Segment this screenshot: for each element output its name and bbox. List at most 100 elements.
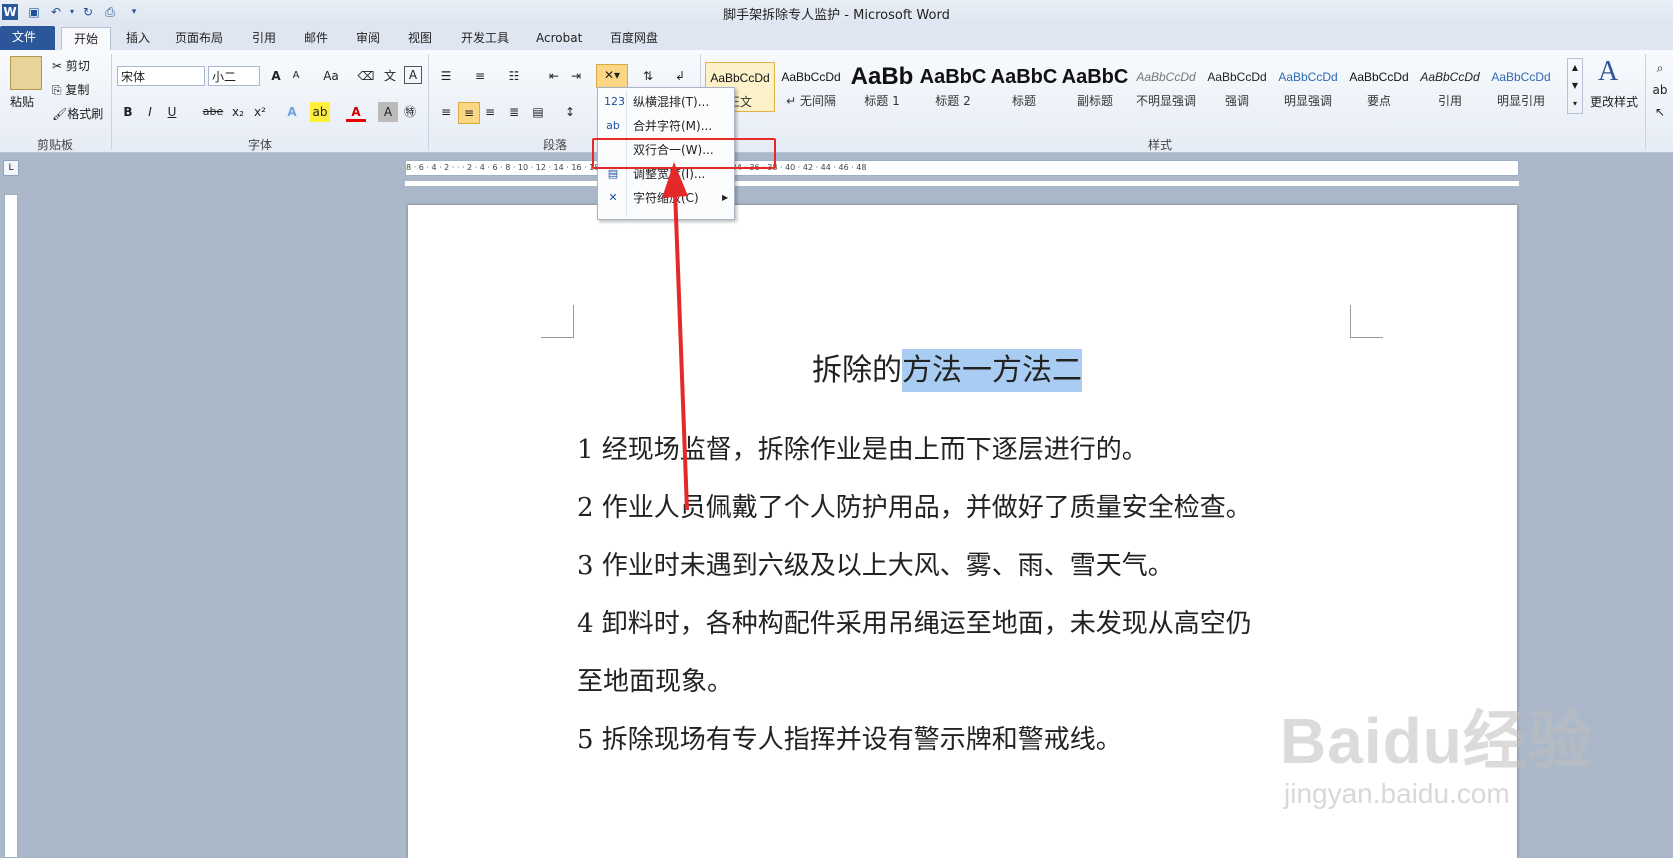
asian-layout-icon[interactable]: ✕▾	[596, 64, 628, 88]
find-icon[interactable]: ⌕	[1650, 58, 1670, 78]
bold-button[interactable]: B	[118, 102, 138, 122]
tab-home[interactable]: 开始	[61, 27, 112, 51]
tab-acrobat[interactable]: Acrobat	[524, 27, 594, 50]
character-shading-button[interactable]: A	[378, 102, 398, 122]
change-styles-icon[interactable]: A	[1598, 56, 1626, 87]
style-name: 不明显强调	[1135, 94, 1196, 108]
annotation-arrow	[662, 162, 689, 511]
style-sample: AaBbC	[1061, 66, 1129, 88]
bullets-icon[interactable]: ☰	[436, 66, 456, 86]
select-icon[interactable]: ↖	[1650, 102, 1670, 122]
tab-file[interactable]: 文件	[0, 26, 55, 50]
phonetic-guide-icon[interactable]: 文	[380, 66, 400, 86]
font-group-label: 字体	[247, 138, 272, 152]
decrease-indent-icon[interactable]: ⇤	[544, 66, 564, 86]
style-item[interactable]: AaBbCcDd 不明显强调	[1131, 62, 1201, 112]
shrink-font-button[interactable]: A	[286, 66, 306, 86]
style-item[interactable]: AaBbCcDd 强调	[1202, 62, 1272, 112]
menu-item-vertical-horizontal[interactable]: 123 纵横混排(T)...	[598, 90, 734, 114]
font-name-combo[interactable]: 宋体	[117, 66, 205, 86]
tab-mailings[interactable]: 邮件	[292, 27, 340, 50]
document-heading[interactable]: 拆除的方法一方法二	[812, 345, 1082, 392]
change-case-button[interactable]: Aa	[318, 66, 344, 86]
align-right-icon[interactable]: ≡	[480, 102, 500, 122]
paste-icon[interactable]	[10, 56, 42, 90]
style-item[interactable]: AaBbCcDd ↵ 无间隔	[776, 62, 846, 112]
subscript-button[interactable]: x₂	[228, 102, 248, 122]
multilevel-list-icon[interactable]: ☷	[504, 66, 524, 86]
paste-button[interactable]: 粘贴	[10, 92, 34, 112]
cut-button[interactable]: ✂ 剪切	[52, 56, 90, 76]
style-name: 明显引用	[1496, 94, 1545, 108]
style-name: 标题 1	[864, 94, 900, 108]
font-color-button[interactable]: A	[346, 102, 366, 122]
tab-selector-button[interactable]: L	[3, 160, 19, 176]
character-border-icon[interactable]: A	[404, 66, 422, 84]
document-paragraph[interactable]: 5 拆除现场有专人指挥并设有警示牌和警戒线。	[577, 719, 1122, 756]
styles-group-label: 样式	[1147, 138, 1172, 152]
justify-icon[interactable]: ≣	[504, 102, 524, 122]
tab-insert[interactable]: 插入	[114, 27, 162, 50]
font-size-combo[interactable]: 小二	[208, 66, 260, 86]
style-item[interactable]: AaBbCcDd 明显引用	[1486, 62, 1556, 112]
style-sample: AaBbC	[990, 66, 1058, 88]
style-sample: AaBbCcDd	[1420, 70, 1480, 84]
cut-label: 剪切	[65, 59, 90, 73]
style-name: 标题	[1011, 94, 1036, 108]
submenu-arrow-icon: ▶	[722, 193, 729, 202]
vertical-ruler[interactable]	[4, 194, 18, 858]
style-sample: AaBbCcDd	[1207, 70, 1267, 84]
tab-references[interactable]: 引用	[240, 27, 288, 50]
arrow-shaft	[673, 189, 689, 511]
style-name: 强调	[1224, 94, 1249, 108]
tab-baidu-netdisk[interactable]: 百度网盘	[598, 27, 670, 50]
align-center-icon[interactable]: ≡	[458, 102, 480, 124]
numbering-icon[interactable]: ≡	[470, 66, 490, 86]
enclose-characters-icon[interactable]: ㊕	[400, 102, 420, 122]
document-paragraph[interactable]: 至地面现象。	[577, 661, 733, 698]
group-separator	[428, 54, 429, 150]
style-item[interactable]: AaBbC 副标题	[1060, 62, 1130, 112]
style-item[interactable]: AaBbCcDd 要点	[1344, 62, 1414, 112]
document-paragraph[interactable]: 4 卸料时，各种构配件采用吊绳运至地面，未发现从高空仍	[577, 603, 1252, 640]
distributed-icon[interactable]: ▤	[528, 102, 548, 122]
tab-page-layout[interactable]: 页面布局	[163, 27, 235, 50]
character-scaling-icon: ✕	[608, 191, 618, 204]
menu-item-combine-characters[interactable]: ab 合并字符(M)...	[598, 114, 734, 138]
crop-mark	[541, 305, 574, 338]
increase-indent-icon[interactable]: ⇥	[566, 66, 586, 86]
change-styles-button[interactable]: 更改样式	[1590, 92, 1638, 112]
grow-font-button[interactable]: A	[266, 66, 286, 86]
style-item[interactable]: AaBbC 标题	[989, 62, 1059, 112]
style-sample: AaBbCcDd	[1491, 70, 1551, 84]
underline-button[interactable]: U	[162, 102, 182, 122]
style-name: 明显强调	[1283, 94, 1332, 108]
tab-developer[interactable]: 开发工具	[449, 27, 521, 50]
styles-scroll-icon[interactable]: ▲ ▼ ▾	[1567, 58, 1583, 114]
previous-page-edge	[405, 181, 1519, 186]
style-item[interactable]: AaBb 标题 1	[847, 62, 917, 112]
sort-icon[interactable]: ⇅	[638, 66, 658, 86]
replace-icon[interactable]: ab	[1650, 80, 1670, 100]
clear-formatting-icon[interactable]: ⌫	[356, 66, 376, 86]
tab-view[interactable]: 视图	[396, 27, 444, 50]
copy-button[interactable]: ⎘ 复制	[52, 80, 89, 100]
show-marks-icon[interactable]: ↲	[670, 66, 690, 86]
line-spacing-icon[interactable]: ↕	[560, 102, 580, 122]
italic-button[interactable]: I	[140, 102, 160, 122]
style-item[interactable]: AaBbCcDd 明显强调	[1273, 62, 1343, 112]
highlight-color-icon[interactable]: ab	[310, 102, 330, 122]
document-paragraph[interactable]: 3 作业时未遇到六级及以上大风、雾、雨、雪天气。	[577, 545, 1174, 582]
selected-text[interactable]: 方法一方法二	[902, 349, 1082, 392]
style-item[interactable]: AaBbC 标题 2	[918, 62, 988, 112]
group-separator	[1645, 54, 1646, 150]
superscript-button[interactable]: x²	[250, 102, 270, 122]
horizontal-ruler[interactable]: 8 · 6 · 4 · 2 · · · 2 · 4 · 6 · 8 · 10 ·…	[405, 160, 1519, 176]
tab-review[interactable]: 审阅	[344, 27, 392, 50]
format-painter-button[interactable]: 🖌格式刷	[52, 104, 103, 124]
style-name: ↵ 无间隔	[786, 94, 836, 108]
align-left-icon[interactable]: ≡	[436, 102, 456, 122]
text-effects-icon[interactable]: A	[282, 102, 302, 122]
strikethrough-button[interactable]: abe	[200, 102, 226, 122]
style-item[interactable]: AaBbCcDd 引用	[1415, 62, 1485, 112]
